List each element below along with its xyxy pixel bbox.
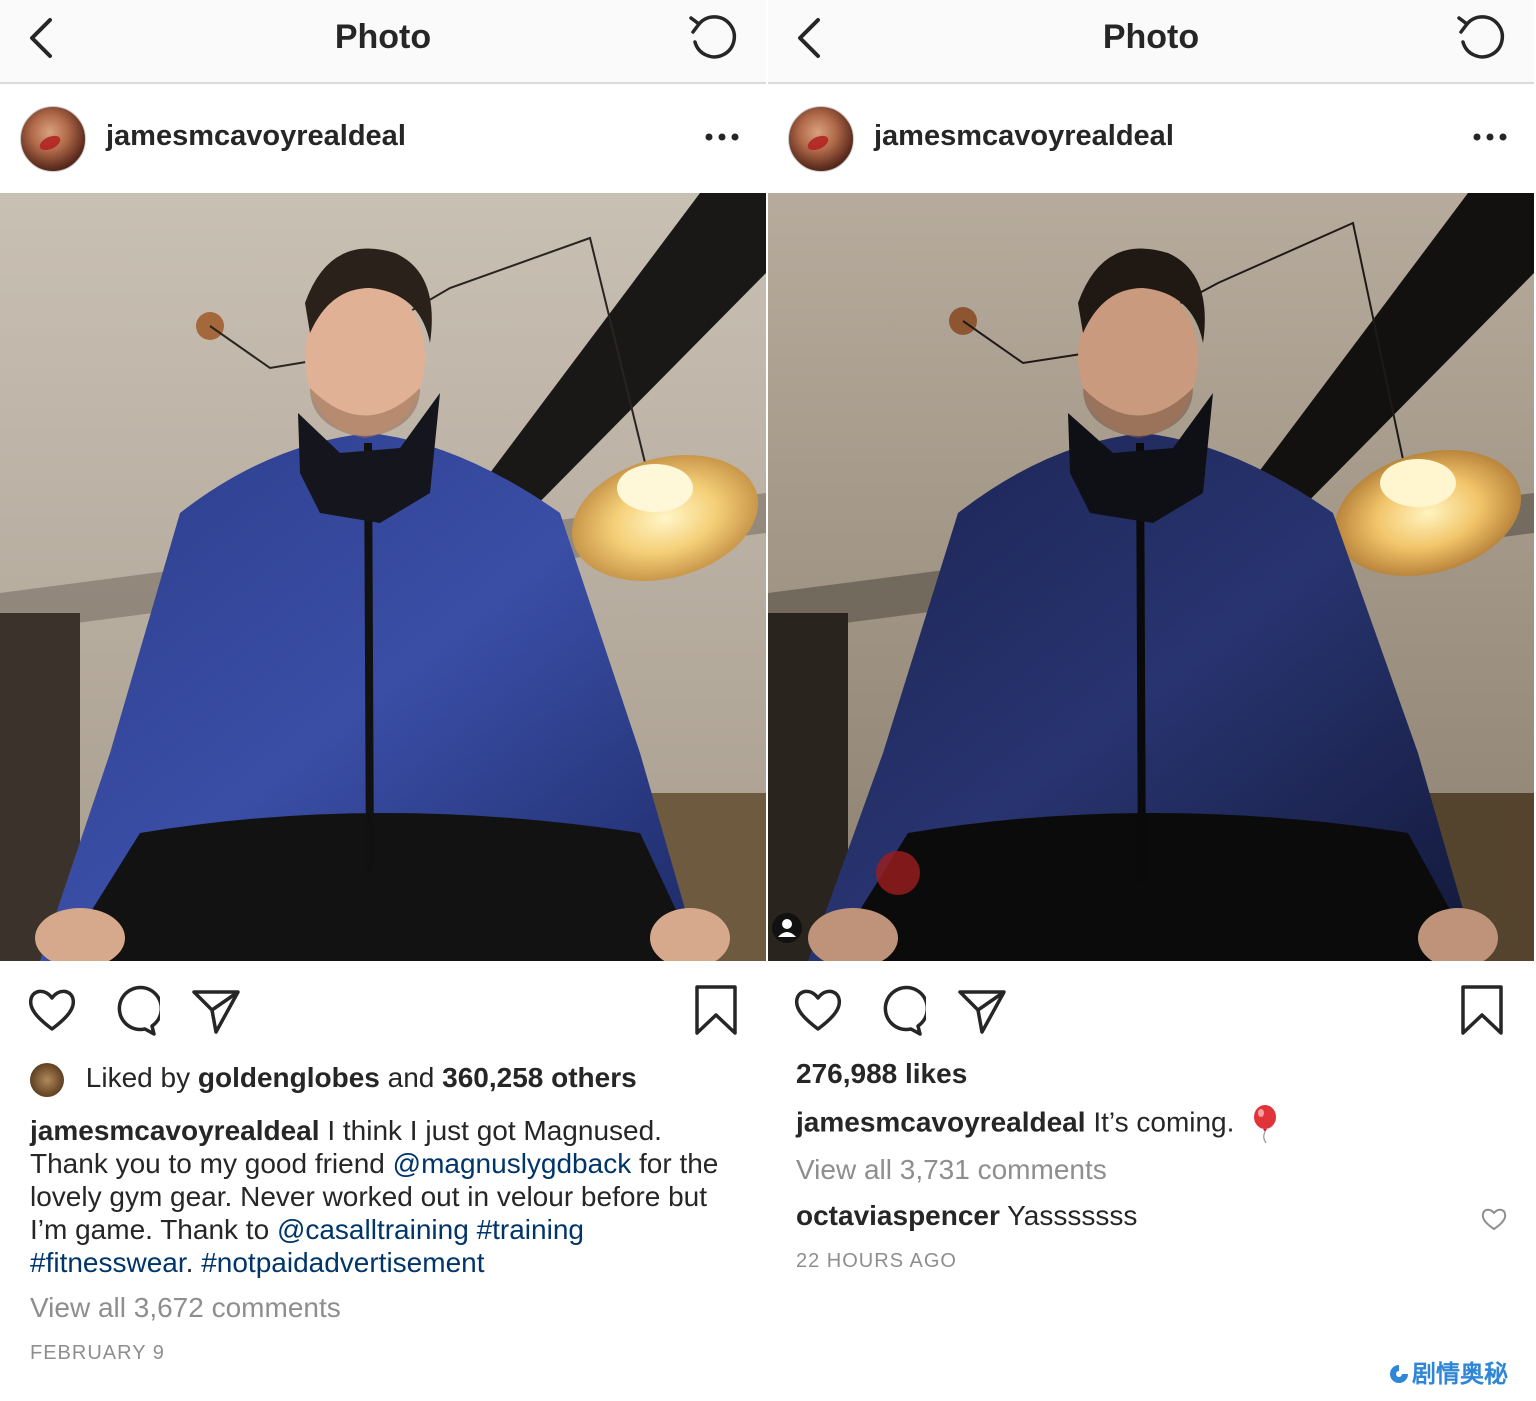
liked-by-and: and — [387, 1062, 435, 1093]
liked-by-others-link[interactable]: 360,258 others — [442, 1062, 637, 1093]
comment-bubble-icon[interactable] — [108, 984, 160, 1036]
likes-count[interactable]: 276,988 likes — [796, 1058, 967, 1090]
post-panel-left: Photo jamesmcavoyrealdeal Liked by golde… — [0, 0, 766, 1401]
liker-avatar[interactable] — [30, 1062, 64, 1097]
bookmark-icon[interactable] — [690, 984, 742, 1036]
heart-icon[interactable] — [792, 984, 844, 1036]
mention-link[interactable]: @magnuslygdback — [393, 1148, 632, 1179]
caption-text: It’s coming. — [1093, 1106, 1235, 1138]
comment-like-heart-icon[interactable] — [1480, 1206, 1508, 1232]
watermark: 剧情奥秘 — [1388, 1354, 1508, 1389]
liked-by-user-link[interactable]: goldenglobes — [198, 1062, 380, 1093]
liked-by-prefix: Liked by — [85, 1062, 191, 1093]
post-photo[interactable] — [0, 193, 766, 961]
mention-link[interactable]: @casalltraining — [277, 1214, 469, 1245]
comment-username[interactable]: octaviaspencer — [796, 1200, 1000, 1231]
caption-username[interactable]: jamesmcavoyrealdeal — [30, 1115, 320, 1146]
hashtag-link[interactable]: #training — [477, 1214, 584, 1245]
comment-row: octaviaspencer Yasssssss — [796, 1200, 1137, 1232]
more-horizontal-icon[interactable] — [1472, 132, 1508, 142]
hashtag-link[interactable]: #notpaidadvertisement — [201, 1247, 484, 1278]
page-title: Photo — [334, 18, 432, 56]
post-header: jamesmcavoyrealdeal — [768, 84, 1534, 192]
watermark-logo-icon — [1390, 1365, 1408, 1383]
liked-by-row: Liked by goldenglobes and 360,258 others — [30, 1062, 637, 1102]
heart-icon[interactable] — [26, 984, 78, 1036]
avatar[interactable] — [788, 106, 854, 172]
post-caption: jamesmcavoyrealdeal It’s coming. — [796, 1104, 1280, 1144]
post-photo[interactable] — [768, 193, 1534, 961]
post-panel-right: Photo jamesmcavoyrealdeal 276,988 likes … — [768, 0, 1534, 1401]
caption-period: . — [185, 1247, 194, 1278]
paper-plane-icon[interactable] — [956, 984, 1008, 1036]
hashtag-link[interactable]: #fitnesswear — [30, 1247, 186, 1278]
tagged-people-icon[interactable] — [772, 913, 802, 943]
screenshot-canvas: Photo jamesmcavoyrealdeal Liked by golde… — [0, 0, 1536, 1401]
watermark-text: 剧情奥秘 — [1412, 1361, 1508, 1388]
avatar[interactable] — [20, 106, 86, 172]
post-username[interactable]: jamesmcavoyrealdeal — [106, 120, 406, 153]
comment-text: Yasssssss — [1007, 1200, 1138, 1231]
post-header: jamesmcavoyrealdeal — [0, 84, 766, 192]
view-all-comments-link[interactable]: View all 3,672 comments — [30, 1292, 341, 1324]
person-icon — [778, 919, 796, 937]
post-caption: jamesmcavoyrealdeal I think I just got M… — [30, 1114, 740, 1279]
top-navbar: Photo — [768, 0, 1534, 84]
top-navbar: Photo — [0, 0, 766, 84]
red-balloon-emoji-icon — [1254, 1105, 1277, 1144]
caption-username[interactable]: jamesmcavoyrealdeal — [796, 1106, 1086, 1137]
comment-bubble-icon[interactable] — [874, 984, 926, 1036]
view-all-comments-link[interactable]: View all 3,731 comments — [796, 1154, 1107, 1186]
refresh-icon[interactable] — [686, 12, 740, 66]
post-username[interactable]: jamesmcavoyrealdeal — [874, 120, 1174, 153]
refresh-icon[interactable] — [1454, 12, 1508, 66]
more-horizontal-icon[interactable] — [704, 132, 740, 142]
paper-plane-icon[interactable] — [190, 984, 242, 1036]
page-title: Photo — [1102, 18, 1200, 56]
post-timestamp: 22 HOURS AGO — [796, 1250, 957, 1272]
post-actions — [768, 976, 1534, 1046]
post-actions — [0, 976, 766, 1046]
post-date: FEBRUARY 9 — [30, 1342, 165, 1364]
bookmark-icon[interactable] — [1456, 984, 1508, 1036]
